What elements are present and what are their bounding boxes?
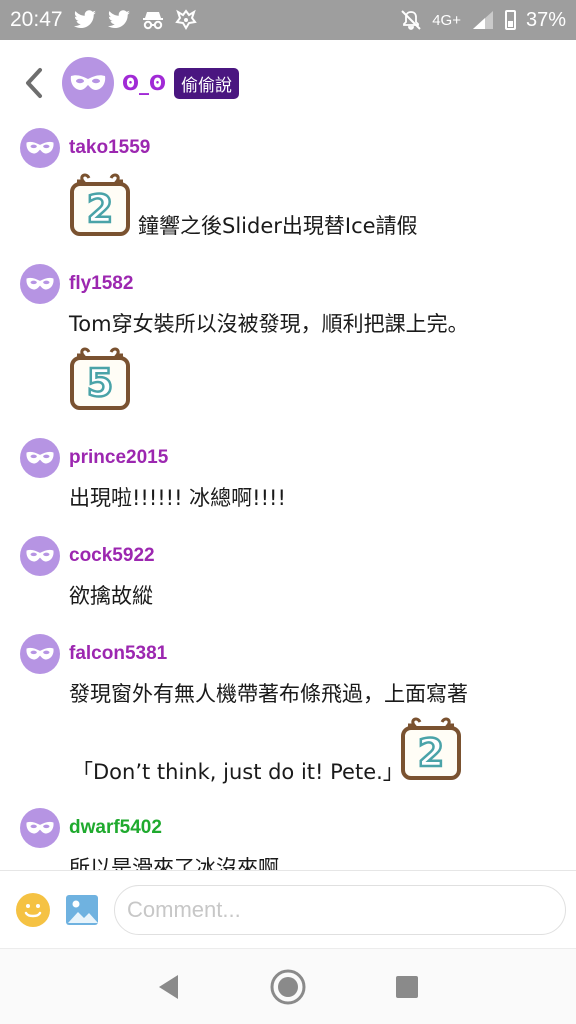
- nav-recents-button[interactable]: [385, 965, 429, 1009]
- avatar[interactable]: [20, 128, 60, 168]
- app-icon: [174, 9, 197, 30]
- comment-composer: [0, 870, 576, 948]
- triangle-back-icon: [159, 974, 179, 999]
- conversation-header: ʘ_ʘ 偷偷說: [0, 40, 576, 126]
- avatar[interactable]: [20, 634, 60, 674]
- mask-icon: [26, 277, 54, 290]
- comment-username[interactable]: prince2015: [69, 447, 168, 469]
- nav-home-button[interactable]: [266, 965, 310, 1009]
- square-recents-icon: [395, 975, 418, 998]
- twitter-icon: [107, 10, 130, 29]
- svg-text:2: 2: [87, 187, 113, 231]
- back-button[interactable]: [18, 63, 50, 103]
- mask-icon: [26, 141, 54, 154]
- mask-icon: [26, 647, 54, 660]
- header-username[interactable]: ʘ_ʘ: [122, 71, 166, 95]
- battery-percent: 37%: [525, 8, 566, 31]
- avatar[interactable]: [20, 808, 60, 848]
- number-sticker: 2: [69, 172, 131, 238]
- signal-icon: [472, 11, 493, 29]
- comment-input[interactable]: [114, 884, 566, 935]
- twitter-icon: [73, 10, 96, 29]
- image-icon: [68, 900, 98, 923]
- comment-username[interactable]: falcon5381: [69, 643, 167, 665]
- status-bar: 20:47 4G+ 37%: [0, 0, 576, 40]
- smiley-icon: [24, 903, 42, 917]
- avatar[interactable]: [20, 438, 60, 478]
- comment-text: 鐘響之後Slider出現替Ice請假: [138, 214, 418, 238]
- circle-home-icon: [270, 969, 306, 1004]
- status-left: 20:47: [10, 8, 197, 32]
- svg-text:5: 5: [87, 361, 113, 405]
- comment-username[interactable]: fly1582: [69, 273, 133, 295]
- comment-text: 出現啦!!!!!! 冰總啊!!!!: [69, 486, 286, 510]
- comment-text: Tom穿女裝所以沒被發現，順利把課上完。: [69, 312, 469, 336]
- status-right: 4G+ 37%: [400, 9, 566, 32]
- incognito-icon: [142, 12, 163, 30]
- comment-text: 所以是滑來了冰沒來啊: [69, 856, 279, 870]
- number-sticker: 2: [400, 716, 462, 782]
- system-nav-bar: [0, 948, 576, 1024]
- network-type: 4G+: [432, 11, 461, 29]
- header-avatar[interactable]: [62, 57, 114, 109]
- category-badge[interactable]: 偷偷說: [174, 67, 240, 99]
- mask-icon: [26, 549, 54, 562]
- mute-icon: [401, 10, 421, 30]
- battery-icon: [504, 10, 516, 30]
- comment-text: 欲擒故縱: [69, 584, 153, 608]
- svg-text:2: 2: [418, 731, 444, 775]
- comment-username[interactable]: cock5922: [69, 545, 155, 567]
- mask-icon: [26, 451, 54, 464]
- avatar[interactable]: [20, 264, 60, 304]
- status-time: 20:47: [10, 8, 63, 31]
- comment-username[interactable]: dwarf5402: [69, 817, 162, 839]
- image-button[interactable]: [66, 894, 98, 925]
- comment-text: 「Don’t think, just do it! Pete.」: [72, 760, 404, 784]
- comment-username[interactable]: tako1559: [69, 137, 150, 159]
- comment-feed[interactable]: tako1559 2 鐘響之後Slider出現替Ice請假 fly1582 To…: [0, 126, 576, 870]
- mask-icon: [70, 75, 106, 90]
- chevron-left-icon: [26, 68, 42, 98]
- avatar[interactable]: [20, 536, 60, 576]
- emoji-button[interactable]: [16, 892, 50, 927]
- number-sticker: 5: [69, 346, 131, 412]
- nav-back-button[interactable]: [147, 965, 191, 1009]
- comment-text: 發現窗外有無人機帶著布條飛過，上面寫著: [69, 682, 468, 706]
- mask-icon: [26, 821, 54, 834]
